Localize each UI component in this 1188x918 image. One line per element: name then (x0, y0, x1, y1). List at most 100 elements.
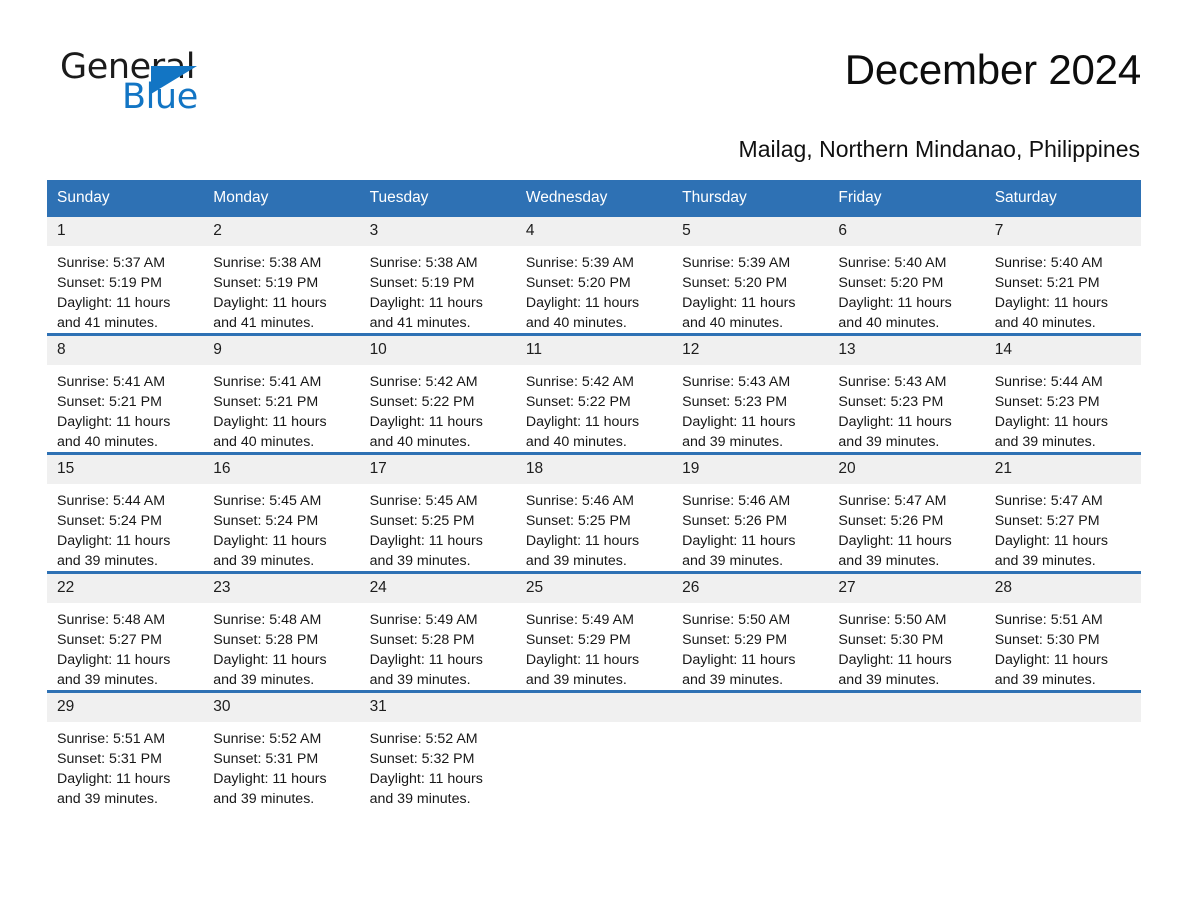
sunset-text: Sunset: 5:23 PM (838, 394, 944, 410)
day-cell[interactable]: 12 Sunrise: 5:43 AM Sunset: 5:23 PM Dayligh… (672, 336, 829, 452)
page-title: December 2024 (844, 46, 1141, 93)
day-cell-empty (828, 693, 985, 809)
day-cell[interactable]: 31 Sunrise: 5:52 AM Sunset: 5:32 PM Dayligh… (359, 693, 516, 809)
sunrise-text: Sunrise: 5:43 AM (682, 374, 791, 390)
daylight-text: Daylight: 11 hours and 39 minutes. (369, 771, 483, 807)
day-cell[interactable]: 24 Sunrise: 5:49 AM Sunset: 5:28 PM Dayligh… (359, 574, 516, 690)
day-number: 22 (47, 574, 204, 603)
day-details: Sunrise: 5:43 AM Sunset: 5:23 PM Daylight:… (828, 365, 984, 452)
sunset-text: Sunset: 5:20 PM (838, 275, 944, 291)
sunset-text: Sunset: 5:25 PM (369, 513, 475, 529)
day-cell[interactable]: 14 Sunrise: 5:44 AM Sunset: 5:23 PM Dayligh… (984, 336, 1141, 452)
day-details: Sunrise: 5:47 AM Sunset: 5:26 PM Daylight:… (828, 484, 984, 571)
day-cell-empty (672, 693, 829, 809)
day-details: Sunrise: 5:42 AM Sunset: 5:22 PM Daylight:… (516, 365, 672, 452)
day-cell[interactable]: 21 Sunrise: 5:47 AM Sunset: 5:27 PM Dayligh… (984, 455, 1141, 571)
day-cell[interactable]: 2 Sunrise: 5:38 AM Sunset: 5:19 PM Daylight… (203, 217, 360, 333)
sunset-text: Sunset: 5:30 PM (994, 632, 1100, 648)
day-cell[interactable]: 10 Sunrise: 5:42 AM Sunset: 5:22 PM Dayligh… (359, 336, 516, 452)
day-cell[interactable]: 17 Sunrise: 5:45 AM Sunset: 5:25 PM Dayligh… (359, 455, 516, 571)
daylight-text: Daylight: 11 hours and 40 minutes. (525, 295, 640, 331)
day-details: Sunrise: 5:47 AM Sunset: 5:27 PM Daylight:… (985, 484, 1141, 571)
day-number: 6 (828, 217, 985, 246)
day-cell[interactable]: 16 Sunrise: 5:45 AM Sunset: 5:24 PM Dayligh… (203, 455, 360, 571)
sunrise-text: Sunrise: 5:46 AM (525, 493, 634, 509)
location-subtitle: Mailag, Northern Mindanao, Philippines (738, 136, 1140, 162)
day-number: 21 (984, 455, 1141, 484)
sunrise-text: Sunrise: 5:44 AM (57, 493, 166, 509)
sunrise-text: Sunrise: 5:49 AM (369, 612, 478, 628)
daylight-text: Daylight: 11 hours and 39 minutes. (369, 533, 483, 569)
daylight-text: Daylight: 11 hours and 39 minutes. (525, 533, 640, 569)
day-cell[interactable]: 18 Sunrise: 5:46 AM Sunset: 5:25 PM Dayligh… (515, 455, 673, 571)
sunset-text: Sunset: 5:19 PM (213, 275, 319, 291)
sunrise-text: Sunrise: 5:48 AM (57, 612, 166, 628)
day-cell[interactable]: 11 Sunrise: 5:42 AM Sunset: 5:22 PM Dayligh… (515, 336, 673, 452)
weekday-header-thursday: Thursday (682, 189, 747, 206)
sunset-text: Sunset: 5:20 PM (525, 275, 631, 291)
daylight-text: Daylight: 11 hours and 40 minutes. (682, 295, 796, 331)
day-number: 28 (984, 574, 1141, 603)
day-cell[interactable]: 4 Sunrise: 5:39 AM Sunset: 5:20 PM Daylight… (515, 217, 673, 333)
day-cell[interactable]: 1 Sunrise: 5:37 AM Sunset: 5:19 PM Daylight… (47, 217, 204, 333)
day-details: Sunrise: 5:41 AM Sunset: 5:21 PM Daylight:… (203, 365, 359, 452)
daylight-text: Daylight: 11 hours and 39 minutes. (525, 652, 640, 688)
day-number: 3 (359, 217, 516, 246)
weekday-header-row: Sunday Monday Tuesday Wednesday Thursday… (47, 180, 1141, 217)
daylight-text: Daylight: 11 hours and 39 minutes. (838, 414, 952, 450)
sunset-text: Sunset: 5:24 PM (57, 513, 162, 529)
day-number: 7 (984, 217, 1141, 246)
daylight-text: Daylight: 11 hours and 40 minutes. (994, 295, 1109, 331)
sunrise-text: Sunrise: 5:42 AM (369, 374, 478, 390)
sunrise-text: Sunrise: 5:51 AM (994, 612, 1103, 628)
day-number (672, 693, 829, 722)
day-cell[interactable]: 3 Sunrise: 5:38 AM Sunset: 5:19 PM Daylight… (359, 217, 516, 333)
week-row: 8 Sunrise: 5:41 AM Sunset: 5:21 PM Daylight… (47, 333, 1141, 452)
daylight-text: Daylight: 11 hours and 40 minutes. (57, 414, 171, 450)
sunset-text: Sunset: 5:19 PM (57, 275, 162, 291)
day-cell[interactable]: 5 Sunrise: 5:39 AM Sunset: 5:20 PM Daylight… (672, 217, 829, 333)
day-cell[interactable]: 26 Sunrise: 5:50 AM Sunset: 5:29 PM Dayligh… (672, 574, 829, 690)
day-number: 17 (359, 455, 516, 484)
day-cell[interactable]: 30 Sunrise: 5:52 AM Sunset: 5:31 PM Dayligh… (203, 693, 360, 809)
daylight-text: Daylight: 11 hours and 39 minutes. (682, 652, 796, 688)
sunset-text: Sunset: 5:22 PM (525, 394, 631, 410)
day-number: 9 (203, 336, 360, 365)
sunrise-text: Sunrise: 5:51 AM (57, 731, 166, 747)
week-row: 1 Sunrise: 5:37 AM Sunset: 5:19 PM Daylight… (47, 217, 1141, 333)
day-cell[interactable]: 7 Sunrise: 5:40 AM Sunset: 5:21 PM Daylight… (984, 217, 1141, 333)
day-cell[interactable]: 22 Sunrise: 5:48 AM Sunset: 5:27 PM Dayligh… (47, 574, 204, 690)
sunset-text: Sunset: 5:31 PM (213, 751, 319, 767)
day-number: 18 (515, 455, 673, 484)
day-details: Sunrise: 5:37 AM Sunset: 5:19 PM Daylight:… (47, 246, 203, 333)
day-cell[interactable]: 23 Sunrise: 5:48 AM Sunset: 5:28 PM Dayligh… (203, 574, 360, 690)
sunset-text: Sunset: 5:31 PM (57, 751, 162, 767)
day-cell[interactable]: 28 Sunrise: 5:51 AM Sunset: 5:30 PM Dayligh… (984, 574, 1141, 690)
day-cell[interactable]: 8 Sunrise: 5:41 AM Sunset: 5:21 PM Daylight… (47, 336, 204, 452)
sunset-text: Sunset: 5:28 PM (369, 632, 475, 648)
general-blue-logo: General Blue (47, 44, 237, 122)
weeks-container: 1 Sunrise: 5:37 AM Sunset: 5:19 PM Daylight… (47, 217, 1141, 809)
day-cell[interactable]: 25 Sunrise: 5:49 AM Sunset: 5:29 PM Dayligh… (515, 574, 673, 690)
day-cell[interactable]: 27 Sunrise: 5:50 AM Sunset: 5:30 PM Dayligh… (828, 574, 985, 690)
day-details: Sunrise: 5:48 AM Sunset: 5:28 PM Daylight:… (203, 603, 359, 690)
sunset-text: Sunset: 5:29 PM (682, 632, 788, 648)
week-row: 29 Sunrise: 5:51 AM Sunset: 5:31 PM Dayligh… (47, 690, 1141, 809)
day-cell[interactable]: 15 Sunrise: 5:44 AM Sunset: 5:24 PM Dayligh… (47, 455, 204, 571)
sunrise-text: Sunrise: 5:50 AM (682, 612, 791, 628)
day-cell[interactable]: 29 Sunrise: 5:51 AM Sunset: 5:31 PM Dayligh… (47, 693, 204, 809)
daylight-text: Daylight: 11 hours and 41 minutes. (57, 295, 171, 331)
sunrise-text: Sunrise: 5:40 AM (994, 255, 1103, 271)
day-number: 5 (672, 217, 829, 246)
day-details: Sunrise: 5:38 AM Sunset: 5:19 PM Daylight:… (360, 246, 516, 333)
day-cell[interactable]: 6 Sunrise: 5:40 AM Sunset: 5:20 PM Daylight… (828, 217, 985, 333)
sunset-text: Sunset: 5:28 PM (213, 632, 319, 648)
day-cell[interactable]: 9 Sunrise: 5:41 AM Sunset: 5:21 PM Daylight… (203, 336, 360, 452)
day-details: Sunrise: 5:44 AM Sunset: 5:23 PM Daylight:… (985, 365, 1141, 452)
sunrise-text: Sunrise: 5:38 AM (369, 255, 478, 271)
day-cell[interactable]: 20 Sunrise: 5:47 AM Sunset: 5:26 PM Dayligh… (828, 455, 985, 571)
day-details: Sunrise: 5:39 AM Sunset: 5:20 PM Daylight:… (672, 246, 828, 333)
day-cell[interactable]: 19 Sunrise: 5:46 AM Sunset: 5:26 PM Dayligh… (672, 455, 829, 571)
daylight-text: Daylight: 11 hours and 39 minutes. (213, 652, 327, 688)
day-cell[interactable]: 13 Sunrise: 5:43 AM Sunset: 5:23 PM Dayligh… (828, 336, 985, 452)
